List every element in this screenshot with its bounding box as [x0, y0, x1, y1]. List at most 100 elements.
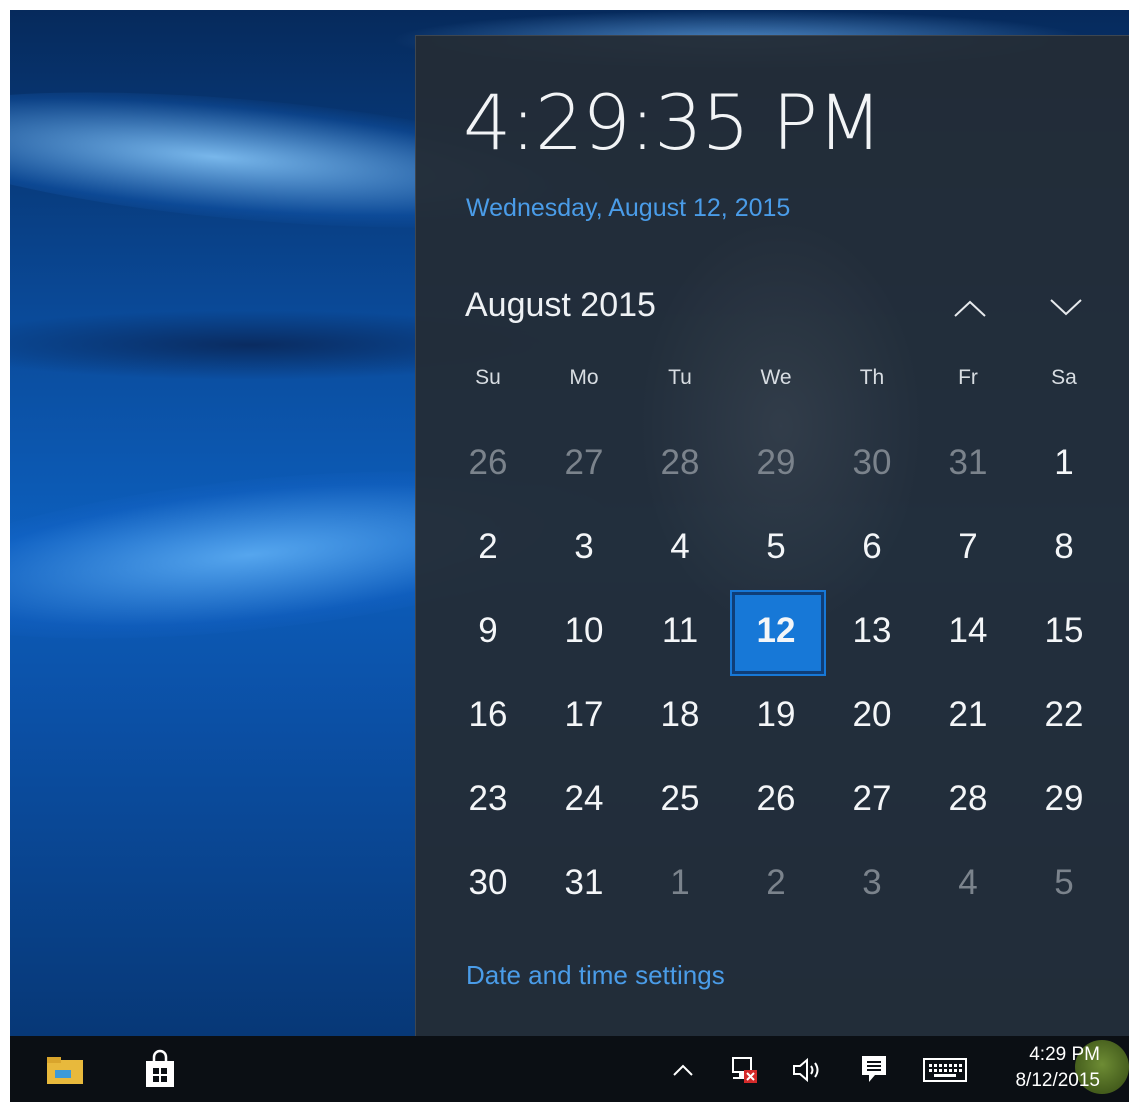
action-center-button[interactable]	[854, 1048, 894, 1090]
calendar-day-number: 26	[756, 779, 796, 818]
store-button[interactable]	[135, 1046, 185, 1092]
calendar-day-number: 12	[756, 611, 796, 650]
calendar-day[interactable]: 11	[632, 589, 728, 673]
calendar-day[interactable]: 1	[632, 841, 728, 925]
calendar-day[interactable]: 20	[824, 673, 920, 757]
calendar-day[interactable]: 1	[1016, 421, 1112, 505]
calendar-day-number: 29	[756, 443, 796, 482]
calendar-day-today[interactable]: 12	[728, 589, 826, 676]
calendar-day[interactable]: 8	[1016, 505, 1112, 589]
calendar-day[interactable]: 17	[536, 673, 632, 757]
calendar-day[interactable]: 30	[440, 841, 536, 925]
weekday-header: Su Mo Tu We Th Fr Sa	[440, 366, 1112, 402]
calendar-day-number: 13	[852, 611, 892, 650]
file-explorer-button[interactable]	[40, 1050, 90, 1090]
weekday-label: Fr	[958, 366, 978, 389]
calendar-day[interactable]: 7	[920, 505, 1016, 589]
calendar-day[interactable]: 10	[536, 589, 632, 673]
calendar-day-number: 22	[1044, 695, 1084, 734]
calendar-day[interactable]: 27	[536, 421, 632, 505]
calendar-day[interactable]: 2	[728, 841, 824, 925]
calendar-day-number: 3	[862, 863, 882, 902]
taskbar: 4:29 PM 8/12/2015	[10, 1036, 1129, 1102]
calendar-day-number: 6	[862, 527, 882, 566]
previous-month-button[interactable]	[945, 288, 995, 328]
calendar-day-number: 28	[948, 779, 988, 818]
calendar-day[interactable]: 31	[536, 841, 632, 925]
current-time: 4:29:35 PM	[463, 78, 883, 167]
calendar-day[interactable]: 4	[632, 505, 728, 589]
calendar-day-number: 28	[660, 443, 700, 482]
touch-keyboard-button[interactable]	[918, 1050, 972, 1090]
weekday-label: Su	[475, 366, 501, 389]
calendar-day-number: 23	[468, 779, 508, 818]
calendar-day-number: 16	[468, 695, 508, 734]
calendar-day[interactable]: 28	[632, 421, 728, 505]
weekday-label: Tu	[668, 366, 692, 389]
file-explorer-icon	[47, 1057, 83, 1084]
chevron-down-icon	[1050, 299, 1082, 316]
calendar-day-number: 30	[852, 443, 892, 482]
calendar-day[interactable]: 3	[824, 841, 920, 925]
calendar-day[interactable]: 30	[824, 421, 920, 505]
calendar-day[interactable]: 25	[632, 757, 728, 841]
calendar-day[interactable]: 28	[920, 757, 1016, 841]
calendar-day[interactable]: 29	[728, 421, 824, 505]
calendar-day-number: 25	[660, 779, 700, 818]
taskbar-clock[interactable]: 4:29 PM 8/12/2015	[990, 1042, 1100, 1098]
calendar-day[interactable]: 21	[920, 673, 1016, 757]
next-month-button[interactable]	[1041, 288, 1091, 328]
calendar-day-number: 18	[660, 695, 700, 734]
calendar-day-number: 1	[1054, 443, 1074, 482]
calendar-day[interactable]: 6	[824, 505, 920, 589]
calendar-day[interactable]: 22	[1016, 673, 1112, 757]
calendar-day[interactable]: 19	[728, 673, 824, 757]
calendar-day-number: 7	[958, 527, 978, 566]
calendar-day-number: 20	[852, 695, 892, 734]
month-year-title[interactable]: August 2015	[465, 286, 656, 325]
calendar-day-number: 30	[468, 863, 508, 902]
calendar-day[interactable]: 29	[1016, 757, 1112, 841]
calendar-day[interactable]: 18	[632, 673, 728, 757]
calendar-day-number: 27	[564, 443, 604, 482]
show-hidden-icons-button[interactable]	[665, 1054, 701, 1086]
volume-button[interactable]	[786, 1050, 830, 1090]
calendar-day[interactable]: 2	[440, 505, 536, 589]
calendar-day[interactable]: 14	[920, 589, 1016, 673]
calendar-day[interactable]: 13	[824, 589, 920, 673]
calendar-day-number: 14	[948, 611, 988, 650]
chevron-up-icon	[673, 1064, 693, 1076]
clock-calendar-flyout: 4:29:35 PM Wednesday, August 12, 2015 Au…	[415, 35, 1129, 1036]
weekday-label: Mo	[569, 366, 599, 389]
calendar-day[interactable]: 23	[440, 757, 536, 841]
current-date-link[interactable]: Wednesday, August 12, 2015	[466, 194, 790, 223]
calendar-day[interactable]: 9	[440, 589, 536, 673]
volume-icon	[793, 1057, 819, 1083]
calendar-day[interactable]: 27	[824, 757, 920, 841]
calendar-day[interactable]: 16	[440, 673, 536, 757]
touch-keyboard-icon	[923, 1058, 967, 1082]
calendar-day-number: 4	[958, 863, 978, 902]
chevron-up-icon	[954, 300, 986, 317]
calendar-day[interactable]: 4	[920, 841, 1016, 925]
calendar-day-number: 19	[756, 695, 796, 734]
calendar-day-number: 5	[766, 527, 786, 566]
calendar-day-number: 26	[468, 443, 508, 482]
taskbar-clock-date: 8/12/2015	[1015, 1070, 1100, 1091]
calendar-day-number: 9	[478, 611, 498, 650]
network-status-button[interactable]	[724, 1050, 764, 1090]
weekday-label: Sa	[1051, 366, 1077, 389]
calendar-day[interactable]: 5	[728, 505, 824, 589]
calendar-day-number: 4	[670, 527, 690, 566]
store-icon	[146, 1049, 174, 1087]
calendar-day[interactable]: 31	[920, 421, 1016, 505]
calendar-day[interactable]: 26	[440, 421, 536, 505]
calendar-day[interactable]: 15	[1016, 589, 1112, 673]
calendar-day-number: 1	[670, 863, 690, 902]
calendar-day-number: 17	[564, 695, 604, 734]
calendar-day[interactable]: 26	[728, 757, 824, 841]
calendar-day[interactable]: 3	[536, 505, 632, 589]
calendar-day[interactable]: 5	[1016, 841, 1112, 925]
calendar-day[interactable]: 24	[536, 757, 632, 841]
date-time-settings-link[interactable]: Date and time settings	[466, 960, 725, 991]
